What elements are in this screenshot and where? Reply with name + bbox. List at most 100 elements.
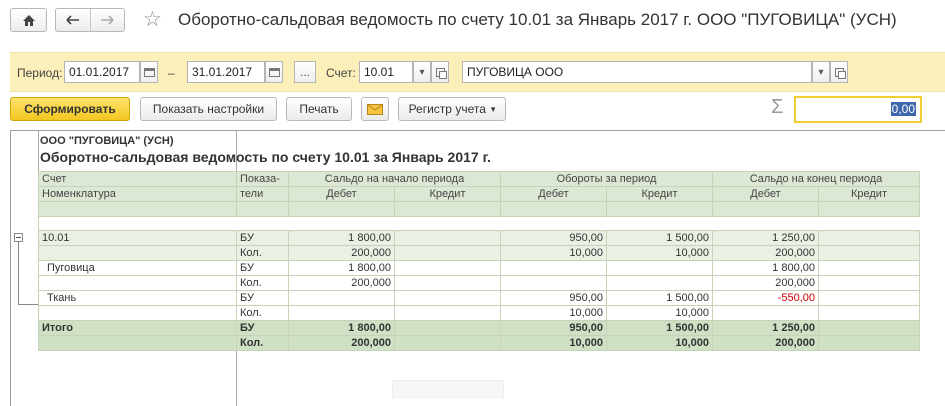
star-icon[interactable]: ☆ xyxy=(143,7,162,32)
organization-field[interactable]: ПУГОВИЦА ООО xyxy=(462,61,812,83)
back-button[interactable] xyxy=(56,9,90,31)
turnover-credit: 1 500,00 xyxy=(606,320,713,336)
total-row[interactable]: Кол. 200,000 10,000 10,000 200,000 xyxy=(38,335,920,351)
header-credit: Кредит xyxy=(818,186,920,202)
opening-debit: 1 800,00 xyxy=(288,320,395,336)
account-open-button[interactable] xyxy=(431,61,449,83)
header-spacer xyxy=(38,201,237,217)
register-button-label: Регистр учета xyxy=(408,102,486,116)
closing-debit: -550,00 xyxy=(712,290,819,306)
row-name xyxy=(38,305,237,321)
page-title: Оборотно-сальдовая ведомость по счету 10… xyxy=(178,10,897,29)
date-to-calendar-button[interactable] xyxy=(265,61,283,83)
header-spacer xyxy=(818,201,920,217)
tree-line xyxy=(18,304,38,305)
opening-credit xyxy=(394,230,501,246)
closing-credit xyxy=(818,245,920,261)
turnover-debit: 10,000 xyxy=(500,335,607,351)
organization-open-button[interactable] xyxy=(830,61,848,83)
opening-credit xyxy=(394,290,501,306)
report-table: Счет Показа- Сальдо на начало периода Об… xyxy=(38,171,920,351)
header-indicators: Показа- xyxy=(236,171,289,187)
closing-debit: 200,000 xyxy=(712,335,819,351)
row-name: Ткань xyxy=(38,290,237,306)
turnover-credit xyxy=(606,260,713,276)
opening-credit xyxy=(394,275,501,291)
date-from-field[interactable]: 01.01.2017 xyxy=(64,61,140,83)
row-indicator: БУ xyxy=(236,230,289,246)
header-row: Счет Показа- Сальдо на начало периода Об… xyxy=(38,171,920,187)
row-indicator: Кол. xyxy=(236,275,289,291)
organization-dropdown-button[interactable]: ▾ xyxy=(812,61,830,83)
show-settings-button[interactable]: Показать настройки xyxy=(140,97,277,121)
row-name: Итого xyxy=(38,320,237,336)
closing-debit: 200,000 xyxy=(712,275,819,291)
turnover-credit: 10,000 xyxy=(606,245,713,261)
report-title: Оборотно-сальдовая ведомость по счету 10… xyxy=(40,149,491,165)
table-row[interactable]: Кол. 10,000 10,000 xyxy=(38,305,920,321)
spacer-cell xyxy=(606,216,713,231)
table-row[interactable]: 10.01 БУ 1 800,00 950,00 1 500,00 1 250,… xyxy=(38,230,920,246)
opening-credit xyxy=(394,320,501,336)
sum-field[interactable]: 0,00 xyxy=(794,96,922,123)
turnover-debit: 10,000 xyxy=(500,245,607,261)
closing-debit: 200,000 xyxy=(712,245,819,261)
header-spacer xyxy=(712,201,819,217)
closing-debit: 1 250,00 xyxy=(712,230,819,246)
opening-credit xyxy=(394,260,501,276)
calendar-icon xyxy=(143,67,155,77)
closing-credit xyxy=(818,290,920,306)
closing-debit: 1 250,00 xyxy=(712,320,819,336)
row-name: Пуговица xyxy=(38,260,237,276)
envelope-icon xyxy=(367,103,383,115)
row-indicator: Кол. xyxy=(236,335,289,351)
opening-credit xyxy=(394,305,501,321)
calendar-icon xyxy=(268,67,280,77)
total-row[interactable]: Итого БУ 1 800,00 950,00 1 500,00 1 250,… xyxy=(38,320,920,336)
dropdown-icon: ▾ xyxy=(818,66,824,78)
table-row[interactable]: Кол. 200,000 10,000 10,000 200,000 xyxy=(38,245,920,261)
turnover-debit: 950,00 xyxy=(500,290,607,306)
opening-debit xyxy=(288,305,395,321)
chevron-down-icon: ▾ xyxy=(490,103,496,114)
row-name xyxy=(38,275,237,291)
generate-button[interactable]: Сформировать xyxy=(10,97,130,121)
account-dropdown-button[interactable]: ▾ xyxy=(413,61,431,83)
navigation-group xyxy=(55,8,125,32)
opening-debit: 1 800,00 xyxy=(288,260,395,276)
table-row[interactable]: Пуговица БУ 1 800,00 1 800,00 xyxy=(38,260,920,276)
date-to-field[interactable]: 31.01.2017 xyxy=(187,61,265,83)
header-credit: Кредит xyxy=(394,186,501,202)
date-from-calendar-button[interactable] xyxy=(140,61,158,83)
table-row[interactable]: Кол. 200,000 200,000 xyxy=(38,275,920,291)
closing-credit xyxy=(818,335,920,351)
header-spacer xyxy=(236,201,289,217)
collapse-icon[interactable] xyxy=(14,233,23,242)
send-email-button[interactable] xyxy=(361,97,389,121)
turnover-debit: 950,00 xyxy=(500,230,607,246)
turnover-credit: 10,000 xyxy=(606,305,713,321)
closing-credit xyxy=(818,230,920,246)
header-row: Номенклатура тели Дебет Кредит Дебет Кре… xyxy=(38,186,920,202)
turnover-debit xyxy=(500,260,607,276)
header-indicators-2: тели xyxy=(236,186,289,202)
tree-line xyxy=(18,242,19,304)
header-debit: Дебет xyxy=(712,186,819,202)
register-dropdown-button[interactable]: Регистр учета ▾ xyxy=(398,97,506,121)
period-select-button[interactable]: ... xyxy=(294,61,316,83)
horizontal-scrollbar[interactable] xyxy=(392,380,504,398)
print-button[interactable]: Печать xyxy=(286,97,352,121)
opening-debit: 200,000 xyxy=(288,335,395,351)
turnover-debit xyxy=(500,275,607,291)
row-indicator: БУ xyxy=(236,290,289,306)
closing-debit: 1 800,00 xyxy=(712,260,819,276)
table-row[interactable]: Ткань БУ 950,00 1 500,00 -550,00 xyxy=(38,290,920,306)
turnover-credit: 1 500,00 xyxy=(606,230,713,246)
closing-credit xyxy=(818,260,920,276)
header-spacer xyxy=(606,201,713,217)
home-button[interactable] xyxy=(10,8,47,32)
forward-arrow-icon xyxy=(101,15,114,25)
spacer-cell xyxy=(38,216,237,231)
forward-button[interactable] xyxy=(89,9,125,31)
account-field[interactable]: 10.01 xyxy=(359,61,413,83)
